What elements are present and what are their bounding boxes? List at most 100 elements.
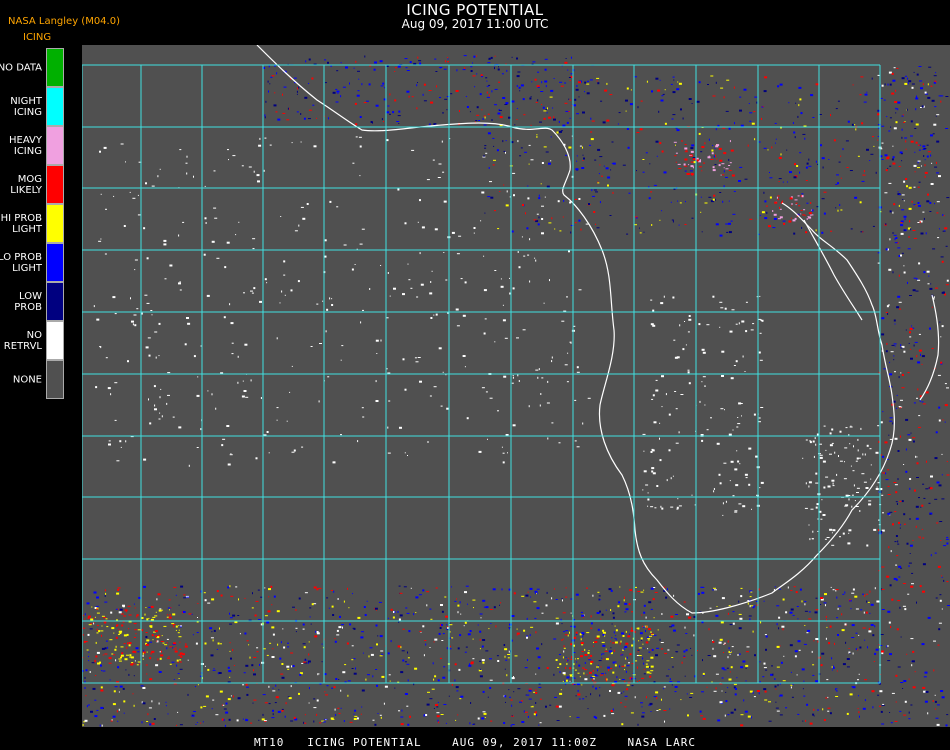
icing-pixel <box>264 114 266 117</box>
icing-pixel <box>566 296 568 298</box>
icing-pixel <box>940 95 944 97</box>
icing-pixel <box>158 702 160 705</box>
icing-pixel <box>268 596 270 598</box>
icing-pixel <box>570 341 572 344</box>
icing-pixel <box>914 128 917 129</box>
icing-pixel <box>928 502 931 504</box>
icing-pixel <box>638 680 640 682</box>
icing-pixel <box>775 701 777 703</box>
icing-pixel <box>527 197 530 200</box>
icing-pixel <box>682 117 684 120</box>
icing-pixel <box>469 111 471 113</box>
icing-pixel <box>933 75 937 77</box>
icing-pixel <box>830 114 831 117</box>
icing-pixel <box>794 199 798 201</box>
icing-pixel <box>535 673 537 675</box>
icing-pixel <box>678 431 680 434</box>
icing-pixel <box>683 163 686 166</box>
icing-pixel <box>727 612 729 615</box>
icing-pixel <box>122 606 125 608</box>
icing-pixel <box>774 122 777 124</box>
icing-pixel <box>467 603 468 605</box>
icing-pixel <box>750 329 754 331</box>
icing-pixel <box>615 629 618 632</box>
icing-pixel <box>541 81 543 84</box>
icing-map[interactable] <box>82 45 950 727</box>
icing-pixel <box>113 690 116 693</box>
icing-pixel <box>671 657 674 658</box>
icing-pixel <box>392 616 395 619</box>
icing-pixel <box>351 645 354 647</box>
icing-pixel <box>526 636 528 639</box>
icing-pixel <box>891 344 895 346</box>
icing-pixel <box>508 650 510 653</box>
icing-pixel <box>928 66 932 68</box>
icing-pixel <box>790 217 792 219</box>
icing-pixel <box>916 601 917 604</box>
icing-pixel <box>204 185 206 187</box>
icing-pixel <box>768 720 772 722</box>
icing-pixel <box>444 98 448 100</box>
icing-pixel <box>775 142 776 144</box>
icing-pixel <box>647 505 649 507</box>
icing-pixel <box>641 715 645 718</box>
icing-pixel <box>369 647 373 649</box>
icing-pixel <box>82 670 84 672</box>
icing-pixel <box>569 631 570 634</box>
icing-pixel <box>634 216 638 218</box>
icing-pixel <box>450 93 453 95</box>
icing-pixel <box>643 470 647 473</box>
icing-pixel <box>133 603 135 605</box>
icing-pixel <box>812 117 815 118</box>
icing-pixel <box>905 148 907 150</box>
icing-pixel <box>604 650 608 652</box>
icing-pixel <box>488 57 491 60</box>
icing-pixel <box>204 642 207 645</box>
icing-pixel <box>538 683 541 685</box>
icing-pixel <box>887 610 891 613</box>
icing-pixel <box>915 97 919 100</box>
icing-pixel <box>464 591 467 594</box>
icing-pixel <box>576 446 580 448</box>
icing-pixel <box>440 714 444 715</box>
icing-pixel <box>749 596 752 598</box>
icing-pixel <box>445 279 448 281</box>
icing-pixel <box>450 586 452 588</box>
icing-pixel <box>539 121 542 123</box>
icing-pixel <box>102 670 106 672</box>
icing-pixel <box>540 183 542 185</box>
icing-pixel <box>539 722 542 724</box>
icing-pixel <box>122 621 125 623</box>
legend-swatch <box>46 321 64 360</box>
icing-pixel <box>281 709 284 712</box>
icing-pixel <box>599 687 601 688</box>
icing-pixel <box>721 375 724 377</box>
icing-pixel <box>449 624 453 626</box>
icing-pixel <box>158 671 162 673</box>
icing-pixel <box>311 77 314 80</box>
icing-pixel <box>488 84 491 86</box>
icing-pixel <box>94 715 98 718</box>
icing-pixel <box>650 665 654 668</box>
icing-pixel <box>227 586 230 589</box>
icing-pixel <box>569 667 572 670</box>
icing-pixel <box>810 94 814 97</box>
icing-pixel <box>315 630 317 633</box>
icing-pixel <box>760 481 764 484</box>
icing-pixel <box>803 643 807 645</box>
icing-pixel <box>256 647 259 649</box>
icing-pixel <box>888 182 892 184</box>
icing-pixel <box>649 672 652 674</box>
icing-pixel <box>836 174 839 176</box>
icing-pixel <box>629 589 633 592</box>
icing-pixel <box>601 641 605 643</box>
icing-pixel <box>825 604 826 607</box>
icing-pixel <box>150 622 152 624</box>
icing-pixel <box>645 616 647 619</box>
icing-pixel <box>233 665 235 666</box>
icing-pixel <box>543 146 547 148</box>
icing-pixel <box>776 196 778 199</box>
icing-pixel <box>909 331 911 334</box>
icing-pixel <box>288 108 290 110</box>
icing-pixel <box>689 154 692 156</box>
